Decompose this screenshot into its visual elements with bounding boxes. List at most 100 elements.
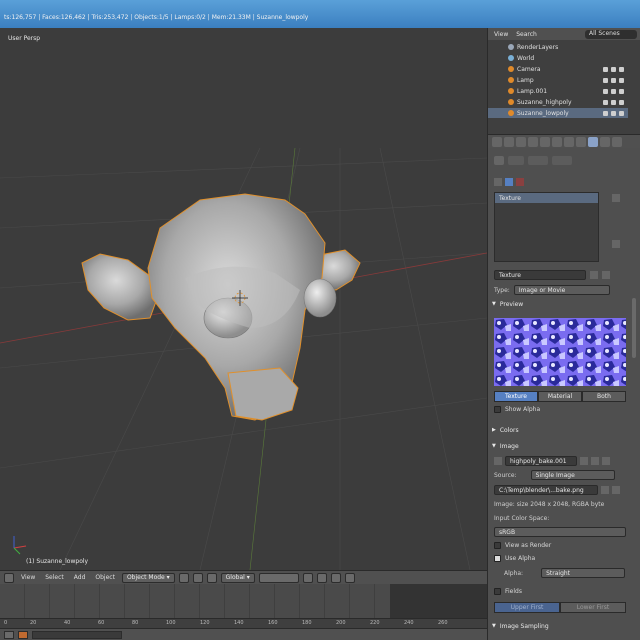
- texture-slot[interactable]: Texture: [495, 193, 598, 203]
- menu-select[interactable]: Select: [42, 574, 67, 581]
- view-as-render-checkbox[interactable]: [494, 542, 501, 549]
- preview-texture-button[interactable]: Texture: [494, 391, 538, 402]
- texture-tab-icon[interactable]: [588, 136, 598, 147]
- timeline-header: [0, 628, 487, 640]
- outliner-row-world[interactable]: World: [488, 53, 628, 63]
- visibility-toggles[interactable]: [603, 88, 624, 94]
- filepath-field[interactable]: C:\Temp\blender\...bake.png: [494, 485, 598, 495]
- add-slot-icon[interactable]: [612, 194, 620, 202]
- object-tab-icon[interactable]: [528, 136, 538, 147]
- 3d-viewport[interactable]: User Persp (1) Suzanne_lowpoly: [0, 28, 487, 570]
- properties-scrollbar[interactable]: [632, 298, 636, 358]
- outliner-row-lamp001[interactable]: Lamp.001: [488, 86, 628, 96]
- other-textures-icon[interactable]: [516, 178, 524, 186]
- visibility-toggles[interactable]: [603, 66, 624, 72]
- menu-view[interactable]: View: [18, 574, 38, 581]
- slot-specials-icon[interactable]: [612, 240, 620, 248]
- layers-icon[interactable]: [258, 572, 299, 583]
- preview-material-button[interactable]: Material: [538, 391, 582, 402]
- outliner-row-camera[interactable]: Camera: [488, 64, 628, 74]
- mesh-path-icon[interactable]: [528, 156, 548, 165]
- constraints-tab-icon[interactable]: [540, 136, 550, 147]
- render-icon[interactable]: [344, 572, 355, 583]
- texture-slot[interactable]: [495, 203, 598, 213]
- image-info: Image: size 2048 x 2048, RGBA byte: [494, 501, 605, 508]
- outliner-menu-view[interactable]: View: [492, 31, 510, 38]
- image-browse-icon[interactable]: [494, 457, 502, 465]
- visibility-toggles[interactable]: [603, 110, 624, 116]
- timeline[interactable]: 0 20 40 60 80 100 120 140 160 180 200 22…: [0, 584, 487, 628]
- shading-icon[interactable]: [178, 572, 189, 583]
- use-alpha-row[interactable]: Use Alpha: [494, 555, 629, 562]
- folder-icon[interactable]: [601, 486, 609, 494]
- texture-slot[interactable]: [495, 213, 598, 223]
- material-tab-icon[interactable]: [576, 136, 586, 147]
- pin-icon[interactable]: [494, 156, 504, 165]
- editor-type-icon[interactable]: [4, 572, 14, 583]
- open-image-icon[interactable]: [591, 457, 599, 465]
- menu-add[interactable]: Add: [71, 574, 89, 581]
- outliner-row-suzanne-lowpoly[interactable]: Suzanne_lowpoly: [488, 108, 628, 118]
- visibility-toggles[interactable]: [603, 77, 624, 83]
- alpha-mode-dropdown[interactable]: Straight: [541, 568, 626, 578]
- type-dropdown[interactable]: Image or Movie: [513, 285, 610, 295]
- magnet-icon[interactable]: [330, 572, 341, 583]
- lower-first-button[interactable]: Lower First: [560, 602, 626, 613]
- particles-tab-icon[interactable]: [600, 136, 610, 147]
- unlink-image-icon[interactable]: [602, 457, 610, 465]
- physics-tab-icon[interactable]: [612, 136, 622, 147]
- outliner-row-renderlayers[interactable]: RenderLayers: [488, 42, 628, 52]
- view-as-render-row[interactable]: View as Render: [494, 542, 629, 549]
- texture-slot[interactable]: [495, 223, 598, 233]
- source-dropdown[interactable]: Single Image: [530, 470, 615, 480]
- preview-both-button[interactable]: Both: [582, 391, 626, 402]
- texture-slot-list[interactable]: Texture: [494, 192, 599, 262]
- scene-filter-dropdown[interactable]: All Scenes: [585, 29, 637, 39]
- preview-mode-toggle: Texture Material Both: [494, 391, 626, 402]
- reload-icon[interactable]: [612, 486, 620, 494]
- frame-field[interactable]: [32, 631, 122, 639]
- show-alpha-checkbox[interactable]: [494, 406, 501, 413]
- source-row: Source: Single Image: [494, 470, 629, 480]
- material-path-icon[interactable]: [552, 156, 572, 165]
- data-tab-icon[interactable]: [564, 136, 574, 147]
- outliner[interactable]: View Search All Scenes RenderLayers Worl…: [488, 28, 640, 134]
- object-path-icon[interactable]: [508, 156, 524, 165]
- scene-tab-icon[interactable]: [504, 136, 514, 147]
- fields-row[interactable]: Fields: [494, 588, 629, 595]
- image-sampling-panel-header[interactable]: ▼ Image Sampling: [492, 620, 632, 632]
- material-textures-icon[interactable]: [505, 178, 513, 186]
- lock-icon[interactable]: [302, 572, 313, 583]
- outliner-row-lamp[interactable]: Lamp: [488, 75, 628, 85]
- outliner-menu-search[interactable]: Search: [514, 31, 539, 38]
- new-image-icon[interactable]: [580, 457, 588, 465]
- world-tab-icon[interactable]: [516, 136, 526, 147]
- snap-icon[interactable]: [316, 572, 327, 583]
- render-tab-icon[interactable]: [492, 136, 502, 147]
- unlink-icon[interactable]: [602, 271, 610, 279]
- fields-checkbox[interactable]: [494, 588, 501, 595]
- outliner-row-suzanne-highpoly[interactable]: Suzanne_highpoly: [488, 97, 628, 107]
- editor-type-icon[interactable]: [4, 631, 14, 639]
- color-space-dropdown[interactable]: sRGB: [494, 527, 626, 537]
- record-icon[interactable]: [18, 631, 28, 639]
- image-name-field[interactable]: highpoly_bake.001: [505, 456, 577, 466]
- manipulator-icon[interactable]: [206, 572, 217, 583]
- modifiers-tab-icon[interactable]: [552, 136, 562, 147]
- preview-panel-header[interactable]: ▼ Preview: [492, 298, 632, 310]
- world-textures-icon[interactable]: [494, 178, 502, 186]
- orientation-selector[interactable]: Global ▾: [220, 572, 255, 583]
- mode-selector[interactable]: Object Mode ▾: [121, 572, 175, 583]
- upper-first-button[interactable]: Upper First: [494, 602, 560, 613]
- menu-object[interactable]: Object: [92, 574, 118, 581]
- texture-type-buttons: [494, 178, 629, 186]
- use-alpha-checkbox[interactable]: [494, 555, 501, 562]
- texture-slot[interactable]: [495, 233, 598, 243]
- show-alpha-row[interactable]: Show Alpha: [494, 406, 629, 413]
- visibility-toggles[interactable]: [603, 99, 624, 105]
- colors-panel-header[interactable]: ▶ Colors: [492, 424, 632, 436]
- image-panel-header[interactable]: ▼ Image: [492, 440, 632, 452]
- pivot-icon[interactable]: [192, 572, 203, 583]
- fake-user-icon[interactable]: [590, 271, 598, 279]
- texture-name-field[interactable]: Texture: [494, 270, 586, 280]
